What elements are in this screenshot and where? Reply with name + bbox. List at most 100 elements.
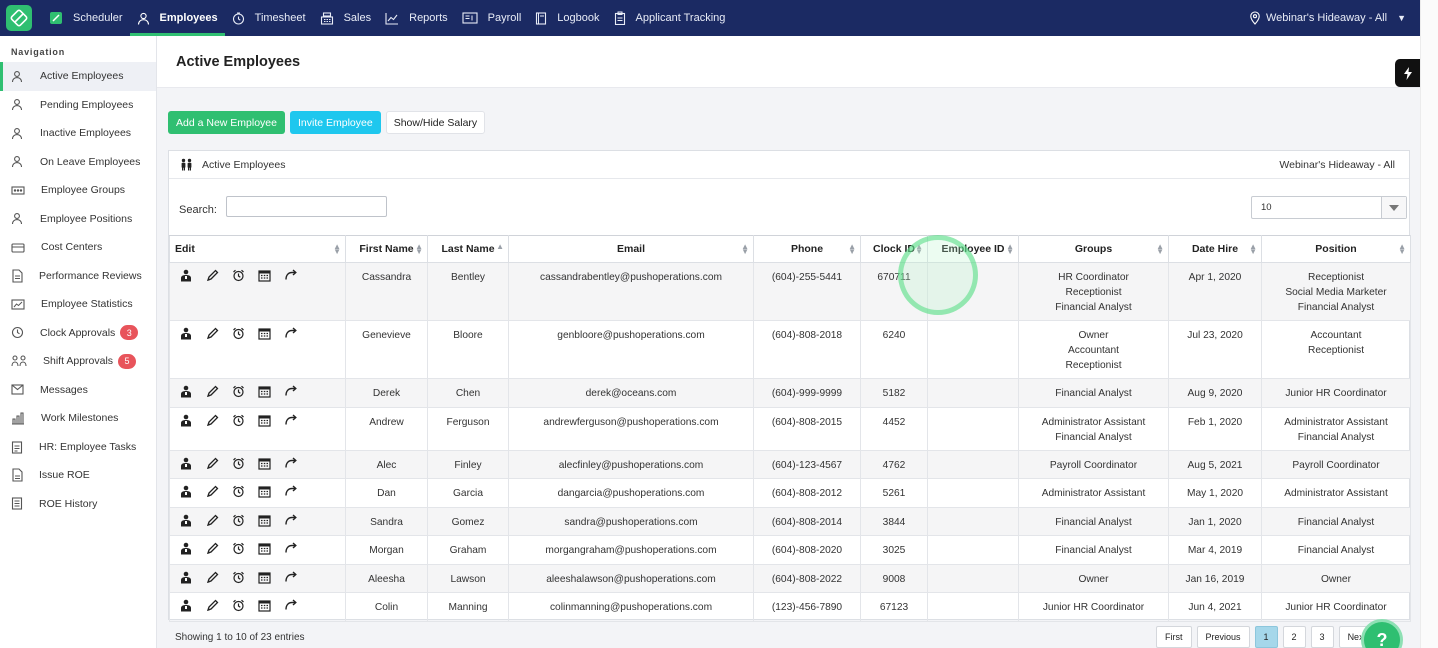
redo-icon[interactable] — [284, 599, 300, 612]
topnav-item-reports[interactable]: Reports — [378, 0, 455, 36]
sidebar-item-issue-roe[interactable]: Issue ROE — [0, 461, 156, 490]
profile-icon[interactable] — [180, 457, 196, 470]
topnav-item-sales[interactable]: Sales — [313, 0, 379, 36]
sidebar-item-inactive-employees[interactable]: Inactive Employees — [0, 119, 156, 148]
profile-icon[interactable] — [180, 414, 196, 427]
sidebar-item-shift-approvals[interactable]: Shift Approvals 5 — [0, 347, 156, 376]
alarm-clock-icon[interactable] — [232, 542, 248, 555]
pencil-icon[interactable] — [206, 571, 222, 584]
redo-icon[interactable] — [284, 413, 300, 427]
calendar-icon[interactable] — [258, 269, 274, 282]
profile-icon[interactable] — [180, 542, 196, 555]
alarm-clock-icon[interactable] — [232, 485, 248, 498]
topnav-item-logbook[interactable]: Logbook — [528, 0, 606, 36]
pager-previous[interactable]: Previous — [1196, 626, 1250, 648]
page-scrollbar[interactable] — [1420, 0, 1438, 648]
alarm-clock-icon[interactable] — [232, 599, 248, 612]
calendar-icon[interactable] — [258, 485, 274, 498]
calendar-icon[interactable] — [258, 385, 274, 398]
sidebar-item-employee-positions[interactable]: Employee Positions — [0, 205, 156, 234]
profile-icon[interactable] — [180, 269, 196, 282]
sidebar-item-employee-statistics[interactable]: Employee Statistics — [0, 290, 156, 319]
sidebar-item-work-milestones[interactable]: Work Milestones — [0, 404, 156, 433]
sidebar-item-messages[interactable]: Messages — [0, 376, 156, 405]
invite-employee-button[interactable]: Invite Employee — [289, 111, 381, 134]
pager-3[interactable]: 3 — [1310, 626, 1334, 648]
sidebar-item-pending-employees[interactable]: Pending Employees — [0, 91, 156, 120]
column-header-position[interactable]: Position ▲ ▼ — [1261, 235, 1411, 263]
redo-icon[interactable] — [284, 542, 300, 555]
sidebar-item-hr-employee-tasks[interactable]: HR: Employee Tasks — [0, 433, 156, 462]
location-selector[interactable]: Webinar's Hideaway - All ▼ — [1249, 11, 1420, 25]
topnav-item-timesheet[interactable]: Timesheet — [225, 0, 313, 36]
calendar-icon[interactable] — [258, 414, 274, 427]
redo-icon[interactable] — [284, 513, 300, 527]
pencil-icon[interactable] — [206, 485, 222, 498]
toggle-salary-button[interactable]: Show/Hide Salary — [385, 111, 486, 134]
pencil-icon[interactable] — [206, 414, 222, 427]
pencil-icon[interactable] — [206, 269, 222, 282]
calendar-icon[interactable] — [258, 571, 274, 584]
quick-actions-button[interactable] — [1395, 59, 1421, 87]
alarm-clock-icon[interactable] — [232, 514, 248, 527]
pencil-icon[interactable] — [206, 514, 222, 527]
column-header-edit[interactable]: Edit ▲ ▼ — [169, 235, 346, 263]
pencil-icon[interactable] — [206, 457, 222, 470]
cell-email: genbloore@pushoperations.com — [508, 320, 754, 379]
alarm-clock-icon[interactable] — [232, 327, 248, 340]
sidebar-item-employee-groups[interactable]: Employee Groups — [0, 176, 156, 205]
alarm-clock-icon[interactable] — [232, 414, 248, 427]
page-size-select[interactable]: 10 — [1251, 196, 1407, 219]
alarm-clock-icon[interactable] — [232, 385, 248, 398]
pencil-icon[interactable] — [206, 542, 222, 555]
calendar-icon[interactable] — [258, 457, 274, 470]
app-logo[interactable] — [6, 5, 32, 31]
sidebar-item-on-leave-employees[interactable]: On Leave Employees — [0, 148, 156, 177]
pencil-icon[interactable] — [206, 599, 222, 612]
alarm-clock-icon[interactable] — [232, 269, 248, 282]
profile-icon[interactable] — [180, 599, 196, 612]
profile-icon[interactable] — [180, 485, 196, 498]
pager-2[interactable]: 2 — [1282, 626, 1306, 648]
column-header-phone[interactable]: Phone ▲ ▼ — [753, 235, 861, 263]
redo-icon[interactable] — [284, 485, 300, 498]
column-header-first-name[interactable]: First Name ▲ ▼ — [345, 235, 428, 263]
column-header-clock-id[interactable]: Clock ID ▲ ▼ — [860, 235, 928, 263]
calendar-icon[interactable] — [258, 327, 274, 340]
pager-1[interactable]: 1 — [1254, 626, 1278, 648]
topnav-item-employees[interactable]: Employees — [129, 0, 225, 36]
profile-icon[interactable] — [180, 385, 196, 398]
column-header-last-name[interactable]: Last Name ▲ — [427, 235, 509, 263]
topnav-item-scheduler[interactable]: Scheduler — [42, 0, 130, 36]
pencil-icon[interactable] — [206, 327, 222, 340]
pager-first[interactable]: First — [1156, 626, 1192, 648]
profile-icon[interactable] — [180, 571, 196, 584]
search-input[interactable] — [226, 196, 387, 217]
alarm-clock-icon[interactable] — [232, 457, 248, 470]
sidebar-item-clock-approvals[interactable]: Clock Approvals 3 — [0, 319, 156, 348]
sidebar-item-roe-history[interactable]: ROE History — [0, 490, 156, 519]
redo-icon[interactable] — [284, 570, 300, 584]
profile-icon[interactable] — [180, 327, 196, 340]
profile-icon[interactable] — [180, 514, 196, 527]
sidebar-item-active-employees[interactable]: Active Employees — [0, 62, 156, 91]
column-header-date-hire[interactable]: Date Hire ▲ ▼ — [1168, 235, 1262, 263]
sidebar-item-performance-reviews[interactable]: Performance Reviews — [0, 262, 156, 291]
topnav-item-applicant-tracking[interactable]: Applicant Tracking — [607, 0, 733, 36]
calendar-icon[interactable] — [258, 514, 274, 527]
redo-icon[interactable] — [284, 269, 300, 282]
column-header-groups[interactable]: Groups ▲ ▼ — [1018, 235, 1169, 263]
redo-icon[interactable] — [284, 327, 300, 340]
page-size-dropdown-button[interactable] — [1381, 197, 1406, 218]
topnav-item-payroll[interactable]: Payroll — [455, 0, 529, 36]
redo-icon[interactable] — [284, 385, 300, 398]
column-header-employee-id[interactable]: Employee ID ▲ ▼ — [927, 235, 1019, 263]
add-employee-button[interactable]: Add a New Employee — [168, 111, 285, 134]
pencil-icon[interactable] — [206, 385, 222, 398]
alarm-clock-icon[interactable] — [232, 571, 248, 584]
calendar-icon[interactable] — [258, 542, 274, 555]
sidebar-item-cost-centers[interactable]: Cost Centers — [0, 233, 156, 262]
column-header-email[interactable]: Email ▲ ▼ — [508, 235, 754, 263]
calendar-icon[interactable] — [258, 599, 274, 612]
redo-icon[interactable] — [284, 456, 300, 470]
